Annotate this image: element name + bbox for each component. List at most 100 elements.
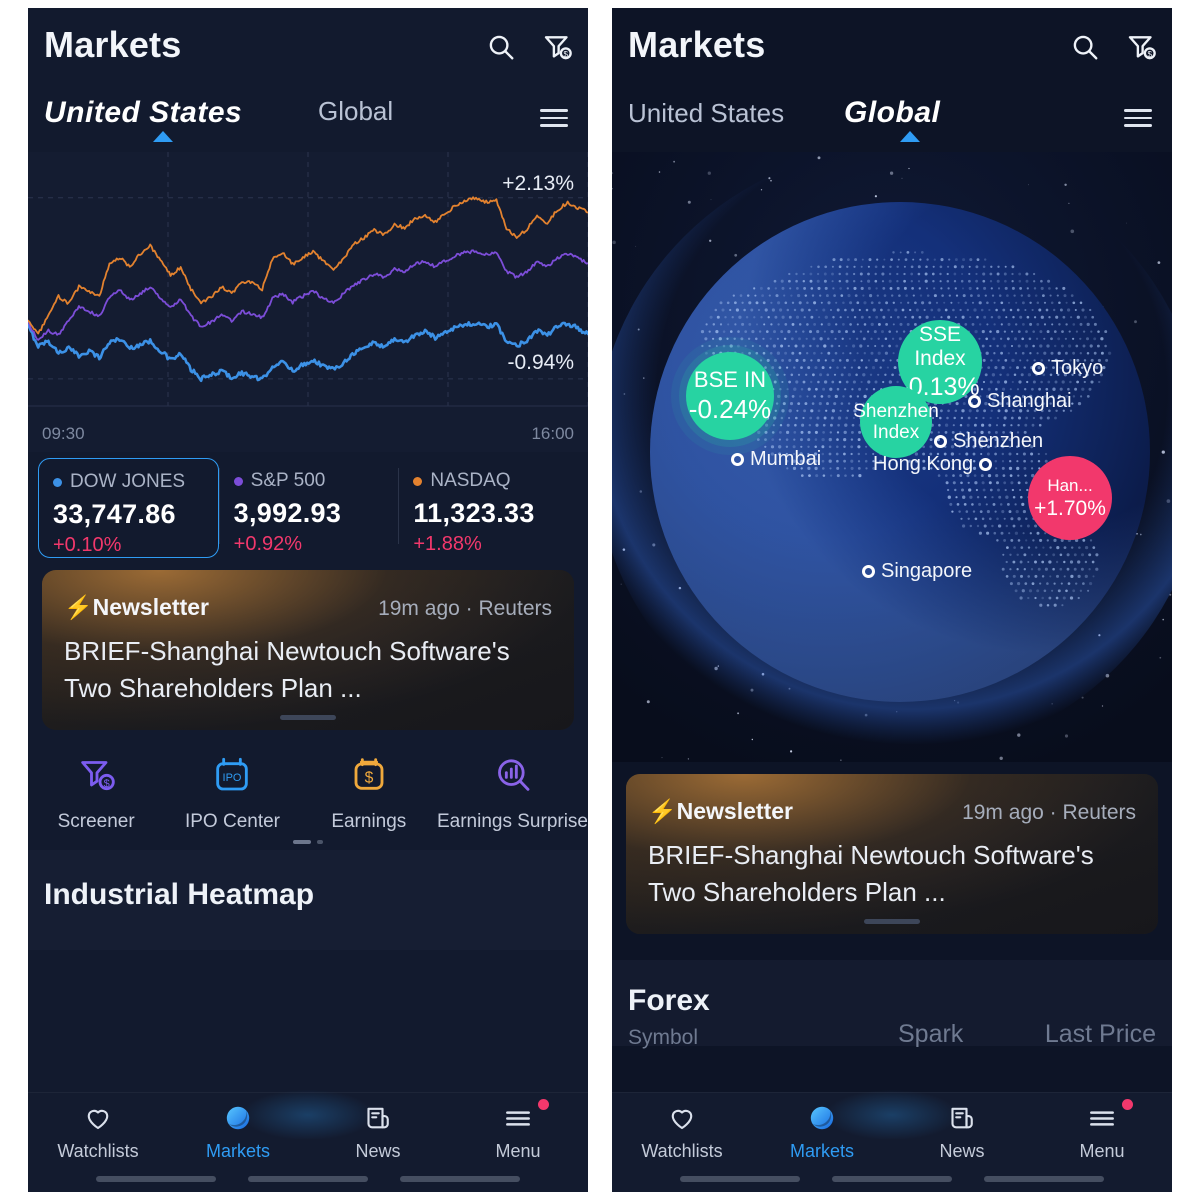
city-dot-icon — [731, 453, 744, 466]
tab-global[interactable]: Global — [844, 96, 940, 130]
earnings-surprise-icon — [437, 752, 588, 798]
filter-dollar-icon[interactable]: $ — [1126, 32, 1156, 62]
tab-global[interactable]: Global — [318, 96, 393, 127]
index-card-dow-jones[interactable]: DOW JONES 33,747.86 +0.10% — [38, 458, 219, 558]
nav-item-news[interactable]: News — [308, 1093, 448, 1167]
top-bar-actions: $ — [486, 32, 572, 62]
tab-united-states[interactable]: United States — [628, 98, 784, 129]
city-dot-icon — [979, 458, 993, 471]
index-name-row: S&P 500 — [233, 470, 389, 492]
chart-annotation-low: -0.94% — [507, 350, 574, 374]
nav-label: Menu — [1079, 1141, 1125, 1161]
city-label: Mumbai — [750, 448, 822, 470]
nav-label: Markets — [205, 1141, 270, 1161]
nav-item-watchlists[interactable]: Watchlists — [612, 1093, 752, 1167]
nav-item-menu[interactable]: Menu — [448, 1093, 588, 1167]
tabs-menu-icon[interactable] — [540, 104, 568, 132]
gesture-bar — [984, 1176, 1104, 1182]
bottom-nav-bar: Watchlists Markets News Menu — [28, 1079, 588, 1192]
index-performance-chart[interactable]: +2.13% -0.94% 09:30 16:00 — [28, 152, 588, 452]
globe-icon — [752, 1101, 892, 1135]
city-label: Hong Kong — [873, 453, 974, 475]
city-marker[interactable]: Hong Kong — [873, 453, 993, 476]
notification-badge — [1122, 1099, 1133, 1110]
forex-col-spark: Spark — [898, 1020, 964, 1048]
quick-action-label: Earnings Surprise — [436, 811, 588, 832]
nav-label: News — [355, 1141, 401, 1161]
search-icon[interactable] — [1070, 32, 1100, 62]
ipo-calendar-icon: IPO — [164, 752, 300, 798]
city-label: Tokyo — [1051, 357, 1104, 379]
screenshot-stage: Markets $ United States Global +2.13% -0… — [0, 0, 1200, 1200]
hamburger-icon — [1032, 1101, 1172, 1135]
nav-item-watchlists[interactable]: Watchlists — [28, 1093, 168, 1167]
gesture-bar — [832, 1176, 952, 1182]
city-dot-icon — [1032, 362, 1045, 375]
pager-dot-active — [293, 840, 311, 844]
tabs-menu-icon[interactable] — [1124, 104, 1152, 132]
nav-item-markets[interactable]: Markets — [168, 1093, 308, 1167]
quick-action-earnings-surprise[interactable]: Earnings Surprise — [437, 752, 588, 850]
market-bubble[interactable]: Shenzhen Index — [853, 386, 939, 458]
gesture-bar — [96, 1176, 216, 1182]
gesture-bar — [400, 1176, 520, 1182]
city-marker[interactable]: Singapore — [862, 560, 972, 583]
newsletter-card[interactable]: ⚡Newsletter 19m ago · Reuters BRIEF-Shan… — [42, 570, 574, 730]
top-bar: Markets $ — [612, 8, 1172, 86]
tab-united-states[interactable]: United States — [44, 96, 242, 130]
city-marker[interactable]: Mumbai — [731, 448, 821, 471]
newsletter-headline: BRIEF-Shanghai Newtouch Software's Two S… — [64, 636, 510, 703]
city-marker[interactable]: Tokyo — [1032, 357, 1103, 380]
region-tabs: United States Global — [28, 86, 588, 152]
phone-screen-united-states: Markets $ United States Global +2.13% -0… — [28, 8, 588, 1192]
newsletter-brand-label: Newsletter — [92, 594, 209, 620]
spacer — [612, 934, 1172, 960]
search-icon[interactable] — [486, 32, 516, 62]
index-card-nasdaq[interactable]: NASDAQ 11,323.33 +1.88% — [399, 458, 578, 558]
active-tab-caret — [153, 131, 173, 142]
chart-annotation-high: +2.13% — [502, 171, 574, 195]
city-label: Shenzhen — [953, 430, 1044, 452]
forex-col-last-price: Last Price — [1044, 1020, 1156, 1048]
carousel-indicator — [864, 919, 920, 924]
nav-label: Watchlists — [641, 1141, 723, 1161]
market-bubble[interactable]: BSE IN -0.24% — [686, 352, 774, 440]
quick-actions: $ Screener IPO IPO Center $ Earnings Ear… — [28, 730, 588, 850]
filter-dollar-icon[interactable]: $ — [542, 32, 572, 62]
svg-text:$: $ — [364, 769, 373, 786]
city-marker[interactable]: Shenzhen — [934, 430, 1043, 453]
bolt-icon: ⚡ — [648, 798, 677, 824]
index-change: +0.10% — [53, 534, 122, 556]
nav-item-markets[interactable]: Markets — [752, 1093, 892, 1167]
bubble-name: SSE Index — [914, 323, 966, 370]
index-value: 3,992.93 — [233, 498, 342, 528]
forex-section: Forex Symbol Spark Last Price — [612, 960, 1172, 1049]
nav-label: Watchlists — [57, 1141, 139, 1161]
svg-text:$: $ — [564, 50, 569, 59]
nav-item-news[interactable]: News — [892, 1093, 1032, 1167]
market-bubble[interactable]: Han... +1.70% — [1028, 456, 1112, 540]
section-title: Industrial Heatmap — [44, 878, 315, 911]
phone-screen-global: Markets $ United States Global BSE IN -0… — [612, 8, 1172, 1192]
nav-label: News — [939, 1141, 985, 1161]
bubble-name: BSE IN — [693, 367, 767, 393]
global-markets-globe[interactable]: BSE IN -0.24% SSE Index -0.13% Shenzhen Inde… — [612, 152, 1172, 762]
index-name-row: DOW JONES — [53, 471, 208, 493]
quick-action-screener[interactable]: $ Screener — [28, 752, 164, 850]
city-marker[interactable]: Shanghai — [968, 390, 1072, 413]
nav-item-menu[interactable]: Menu — [1032, 1093, 1172, 1167]
newsletter-card[interactable]: ⚡Newsletter 19m ago · Reuters BRIEF-Shan… — [626, 774, 1158, 934]
globe-icon — [168, 1101, 308, 1135]
quick-action-ipo-center[interactable]: IPO IPO Center — [164, 752, 300, 850]
pager-dot — [317, 840, 323, 844]
top-bar: Markets $ — [28, 8, 588, 86]
svg-text:$: $ — [104, 778, 110, 790]
chart-xtick-open: 09:30 — [42, 424, 85, 443]
quick-action-earnings[interactable]: $ Earnings — [301, 752, 437, 850]
city-label: Shanghai — [987, 390, 1072, 412]
index-value: 33,747.86 — [53, 499, 176, 529]
city-dot-icon — [862, 565, 875, 578]
svg-text:IPO: IPO — [223, 772, 242, 784]
chart-xtick-close: 16:00 — [531, 424, 574, 443]
index-card-sp500[interactable]: S&P 500 3,992.93 +0.92% — [220, 458, 399, 558]
